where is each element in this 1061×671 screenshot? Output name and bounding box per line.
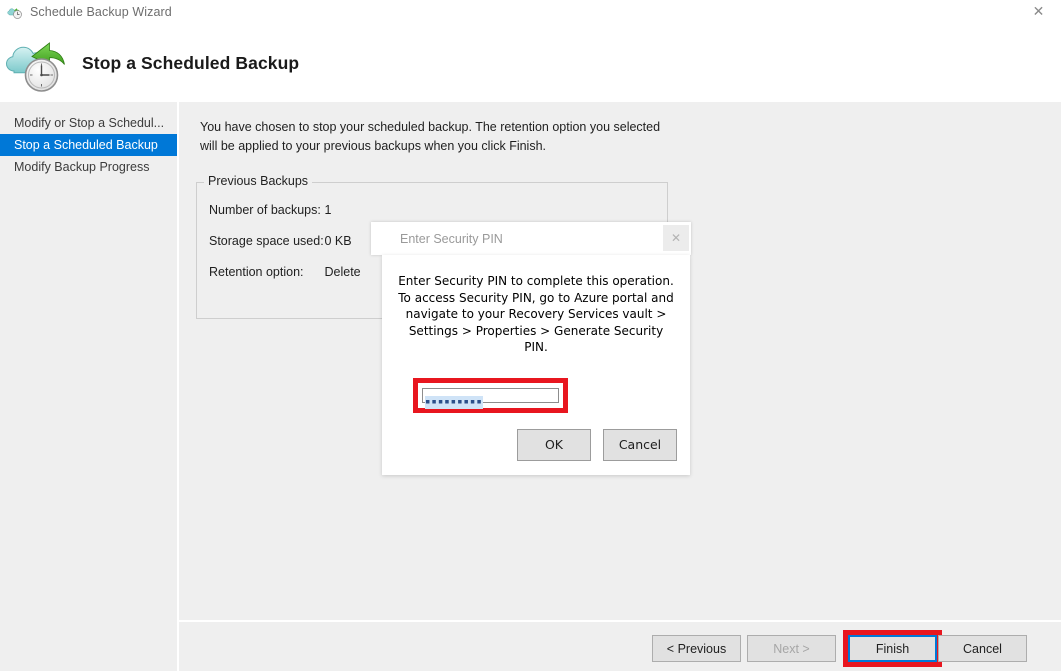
sidebar-item-modify-or-stop[interactable]: Modify or Stop a Schedul... [0,112,177,134]
pin-input-highlight: ▪▪▪▪▪▪▪▪▪ [413,378,568,413]
pin-dialog-body: Enter Security PIN to complete this oper… [382,255,690,475]
finish-button[interactable]: Finish [848,635,937,662]
pin-input-value: ▪▪▪▪▪▪▪▪▪ [425,396,483,409]
retention-option-label: Retention option: [209,265,321,279]
pin-dialog-title: Enter Security PIN [400,232,503,246]
security-pin-input[interactable]: ▪▪▪▪▪▪▪▪▪ [422,388,559,403]
security-pin-dialog: Enter Security PIN ✕ Enter Security PIN … [371,222,691,475]
table-row: Retention option: Delete [209,265,361,279]
close-icon[interactable]: ✕ [1016,0,1061,24]
wizard-sidebar: Modify or Stop a Schedul... Stop a Sched… [0,102,177,671]
intro-text: You have chosen to stop your scheduled b… [200,118,670,156]
cloud-clock-icon [6,32,68,94]
page-title: Stop a Scheduled Backup [82,53,299,74]
window-titlebar: Schedule Backup Wizard ✕ [0,0,1061,24]
storage-space-used-label: Storage space used: [209,234,321,248]
storage-space-used-value: 0 KB [324,234,351,248]
number-of-backups-value: 1 [324,203,331,217]
pin-dialog-buttons: OK Cancel [382,429,690,461]
retention-option-value: Delete [324,265,360,279]
table-row: Storage space used: 0 KB [209,234,352,248]
sidebar-item-modify-backup-progress[interactable]: Modify Backup Progress [0,156,177,178]
app-icon [7,4,23,20]
number-of-backups-label: Number of backups: [209,203,321,217]
groupbox-legend: Previous Backups [204,174,312,188]
sidebar-item-stop-scheduled-backup[interactable]: Stop a Scheduled Backup [0,134,177,156]
next-button: Next > [747,635,836,662]
pin-dialog-titlebar: Enter Security PIN ✕ [371,222,691,255]
previous-button[interactable]: < Previous [652,635,741,662]
pin-dialog-message: Enter Security PIN to complete this oper… [382,273,690,356]
ok-button[interactable]: OK [517,429,591,461]
cancel-button[interactable]: Cancel [603,429,677,461]
wizard-footer: < Previous Next > Finish Cancel [179,622,1061,671]
table-row: Number of backups: 1 [209,203,331,217]
window-title: Schedule Backup Wizard [30,5,172,19]
wizard-cancel-button[interactable]: Cancel [938,635,1027,662]
pin-dialog-close-icon[interactable]: ✕ [663,225,689,251]
page-header: Stop a Scheduled Backup [0,24,1061,102]
